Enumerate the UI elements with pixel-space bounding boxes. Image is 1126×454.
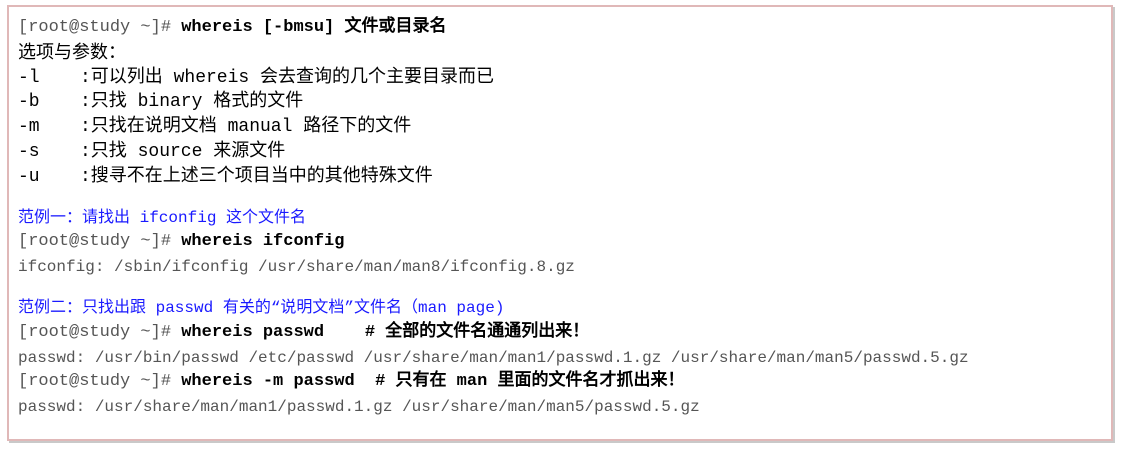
option-desc: :只找在说明文档 manual 路径下的文件	[80, 117, 412, 138]
option-line: -l :可以列出 whereis 会去查询的几个主要目录而已	[18, 66, 1107, 91]
example1-command-line: [root@study ~]# whereis ifconfig	[18, 230, 1107, 255]
option-line: -u :搜寻不在上述三个项目当中的其他特殊文件	[18, 165, 1107, 190]
example2-output-1: passwd: /usr/bin/passwd /etc/passwd /usr…	[18, 348, 969, 367]
code-box: [root@study ~]# whereis [-bmsu] 文件或目录名 选…	[7, 5, 1113, 441]
command-text: whereis ifconfig	[181, 232, 345, 252]
option-flag: -b	[18, 92, 40, 113]
command-text: whereis -m passwd # 只有在 man 里面的文件名才抓出来！	[181, 372, 685, 392]
option-flag: -m	[18, 117, 40, 138]
option-desc: :可以列出 whereis 会去查询的几个主要目录而已	[80, 67, 495, 88]
option-desc: :只找 source 来源文件	[80, 141, 286, 162]
option-desc: :只找 binary 格式的文件	[80, 92, 304, 113]
shell-prompt: [root@study ~]#	[18, 232, 172, 252]
option-line: -s :只找 source 来源文件	[18, 140, 1107, 165]
shell-prompt: [root@study ~]#	[18, 322, 172, 342]
option-desc: :搜寻不在上述三个项目当中的其他特殊文件	[80, 166, 433, 187]
syntax-line: [root@study ~]# whereis [-bmsu] 文件或目录名	[18, 16, 1107, 41]
option-line: -m :只找在说明文档 manual 路径下的文件	[18, 115, 1107, 140]
options-header: 选项与参数：	[18, 41, 126, 63]
shell-prompt: [root@study ~]#	[18, 18, 172, 37]
example2-title: 范例二：只找出跟 passwd 有关的“说明文档”文件名（man page)	[18, 298, 505, 317]
code-block: [root@study ~]# whereis [-bmsu] 文件或目录名 选…	[18, 16, 1107, 420]
command-text: whereis passwd # 全部的文件名通通列出来！	[181, 322, 590, 342]
example1-output: ifconfig: /sbin/ifconfig /usr/share/man/…	[18, 258, 575, 277]
example1-title: 范例一：请找出 ifconfig 这个文件名	[18, 208, 307, 227]
shell-prompt: [root@study ~]#	[18, 372, 172, 392]
option-line: -b :只找 binary 格式的文件	[18, 90, 1107, 115]
example2-command-line-1: [root@study ~]# whereis passwd # 全部的文件名通…	[18, 321, 1107, 346]
option-flag: -s	[18, 141, 40, 162]
command-text: whereis [-bmsu] 文件或目录名	[181, 18, 447, 37]
option-flag: -l	[18, 67, 40, 88]
option-flag: -u	[18, 166, 40, 187]
example2-command-line-2: [root@study ~]# whereis -m passwd # 只有在 …	[18, 370, 1107, 395]
example2-output-2: passwd: /usr/share/man/man1/passwd.1.gz …	[18, 398, 700, 417]
